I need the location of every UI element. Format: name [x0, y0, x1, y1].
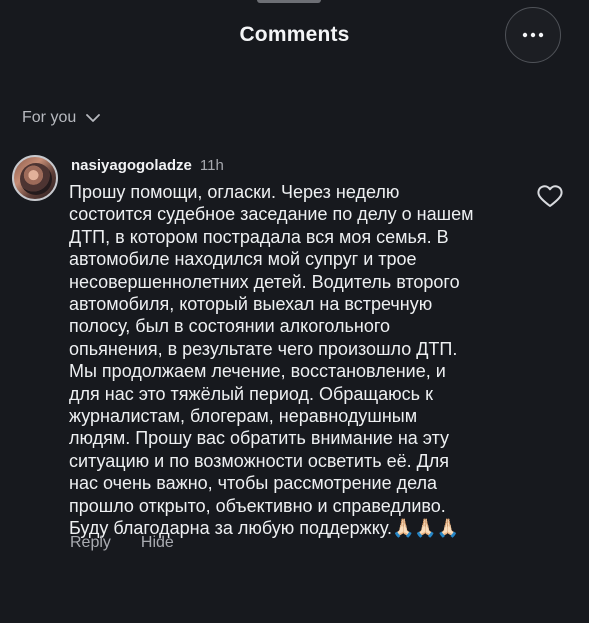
avatar-image	[20, 163, 52, 195]
page-title: Comments	[239, 23, 350, 46]
comments-sheet: Comments For you nasiyagogoladze 11h Про…	[0, 0, 589, 623]
comment-text: Прошу помощи, огласки. Через неделю сост…	[69, 182, 474, 539]
avatar[interactable]	[12, 155, 58, 201]
chevron-down-icon	[86, 109, 101, 127]
drag-handle[interactable]	[257, 0, 321, 3]
comment-filter-dropdown[interactable]: For you	[22, 109, 101, 127]
comment-time: 11h	[199, 157, 224, 174]
comment-actions: Reply Hide	[70, 534, 174, 552]
heart-outline-icon	[536, 185, 564, 213]
more-options-button[interactable]	[505, 7, 561, 63]
reply-button[interactable]: Reply	[70, 534, 111, 552]
comment-meta: nasiyagogoladze 11h	[71, 157, 224, 174]
like-button[interactable]	[536, 183, 564, 209]
comment-username[interactable]: nasiyagogoladze	[71, 157, 192, 174]
hide-button[interactable]: Hide	[141, 534, 174, 552]
filter-label: For you	[22, 109, 77, 126]
more-horizontal-icon	[521, 31, 545, 39]
